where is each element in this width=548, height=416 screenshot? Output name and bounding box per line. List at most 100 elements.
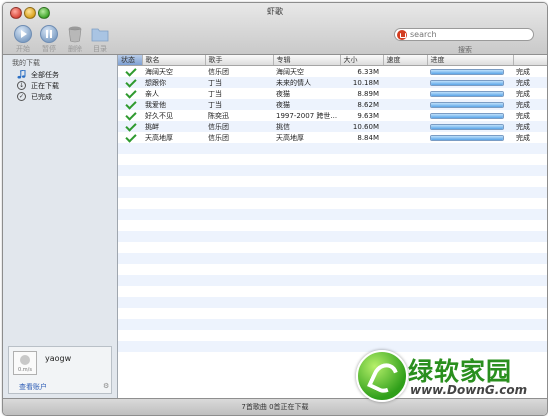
start-button-label: 开始 [16,45,30,53]
column-header-size[interactable]: 大小 [340,55,384,66]
size-cell: 9.63M [357,111,379,120]
table-row[interactable]: 我爱他 丁当 夜猫 8.62M 完成 [118,99,547,110]
progress-fill [431,91,503,96]
song-name-cell: 我爱他 [145,100,166,109]
progress-bar [430,134,504,141]
empty-row [118,231,547,242]
column-header-status[interactable]: 状态 [118,55,143,66]
song-name-cell: 海阔天空 [145,67,173,76]
speed-cell [383,99,427,110]
progress-cell [427,99,513,110]
search-box[interactable] [394,28,534,41]
progress-cell [427,88,513,99]
status-text-cell: 完成 [516,111,530,120]
speed-cell [383,132,427,143]
app-window: 虾歌 开始 暂停 删除 目录 search 搜索 我的下载 全部任务 ↓ 正在下… [2,2,548,416]
size-cell: 10.18M [352,78,379,87]
delete-button-label: 删除 [68,45,82,53]
empty-row [118,198,547,209]
sidebar-item-downloading[interactable]: ↓ 正在下载 [17,80,59,91]
empty-row [118,253,547,264]
column-header-speed[interactable]: 速度 [383,55,428,66]
table-row[interactable]: 想跟你 丁当 未来的情人 10.18M 完成 [118,77,547,88]
column-header-artist[interactable]: 歌手 [205,55,274,66]
size-cell: 10.60M [352,122,379,131]
status-text-cell: 完成 [516,89,530,98]
start-button[interactable]: 开始 [10,25,36,54]
download-arrow-icon: ↓ [17,81,26,90]
gear-icon[interactable]: ⚙ [103,382,109,390]
empty-row [118,275,547,286]
sidebar-item-all-tasks[interactable]: 全部任务 [17,69,59,80]
speed-cell [383,121,427,132]
artist-cell: 陈奕迅 [208,111,229,120]
progress-cell [427,132,513,143]
empty-row [118,165,547,176]
table-header: 状态 歌名 歌手 专辑 大小 速度 进度 [118,55,547,66]
size-cell: 8.89M [357,89,379,98]
delete-button[interactable]: 删除 [62,25,88,54]
album-cell: 1997-2007 跨世... [276,111,338,120]
pause-button-label: 暂停 [42,45,56,53]
checkmark-icon [125,99,137,110]
table-row[interactable]: 天高地厚 信乐团 天高地厚 8.84M 完成 [118,132,547,143]
sidebar-item-completed[interactable]: ✓ 已完成 [17,91,52,102]
table-row[interactable]: 海阔天空 信乐团 海阔天空 6.33M 完成 [118,65,547,78]
sidebar-item-label: 全部任务 [31,70,59,79]
table-row[interactable]: 好久不见 陈奕迅 1997-2007 跨世... 9.63M 完成 [118,110,547,121]
empty-row [118,319,547,330]
progress-bar [430,101,504,108]
toolbar: 虾歌 开始 暂停 删除 目录 search 搜索 [3,3,547,55]
status-cell [118,88,142,99]
avatar-caption: 0.m/s [18,367,32,373]
checkmark-icon [125,65,137,77]
column-header-name[interactable]: 歌名 [142,55,206,66]
album-cell: 夜猫 [276,100,290,109]
status-cell [118,99,142,110]
empty-row [118,286,547,297]
progress-bar [430,123,504,130]
view-account-link[interactable]: 查看账户 [19,382,47,392]
progress-bar [430,90,504,97]
folder-button-label: 目录 [93,45,107,53]
watermark-logo-icon [356,350,408,402]
status-text-cell: 完成 [516,100,530,109]
window-title: 虾歌 [267,7,283,16]
folder-button[interactable]: 目录 [87,25,113,54]
sidebar-section-title: 我的下载 [12,59,40,67]
empty-row [118,308,547,319]
pause-button[interactable]: 暂停 [36,25,62,54]
empty-row [118,154,547,165]
checkmark-icon [125,121,137,132]
song-name-cell: 好久不见 [145,111,173,120]
pause-icon [40,25,58,43]
progress-bar [430,68,504,75]
progress-cell [427,66,513,78]
table-row[interactable]: 亲人 丁当 夜猫 8.89M 完成 [118,88,547,99]
album-cell: 未来的情人 [276,78,311,87]
speed-cell [383,77,427,88]
avatar[interactable]: 0.m/s [13,351,37,375]
search-input[interactable] [410,29,528,40]
artist-cell: 丁当 [208,78,222,87]
check-circle-icon: ✓ [17,92,26,101]
progress-fill [431,124,503,129]
column-header-album[interactable]: 专辑 [273,55,341,66]
song-name-cell: 挑衅 [145,122,159,131]
size-cell: 6.33M [357,67,379,76]
empty-row [118,330,547,341]
album-cell: 海阔天空 [276,67,304,76]
column-header-state[interactable] [513,55,547,66]
watermark-logo: 绿软家园 www.DownG.com [356,346,531,406]
checkmark-icon [125,77,137,88]
status-cell [118,77,142,88]
column-header-progress[interactable]: 进度 [427,55,514,66]
album-cell: 挑信 [276,122,290,131]
status-cell [118,65,142,78]
status-text-cell: 完成 [516,122,530,131]
empty-row [118,242,547,253]
sidebar-item-label: 正在下载 [31,81,59,90]
empty-row [118,297,547,308]
table-row[interactable]: 挑衅 信乐团 挑信 10.60M 完成 [118,121,547,132]
empty-row [118,264,547,275]
